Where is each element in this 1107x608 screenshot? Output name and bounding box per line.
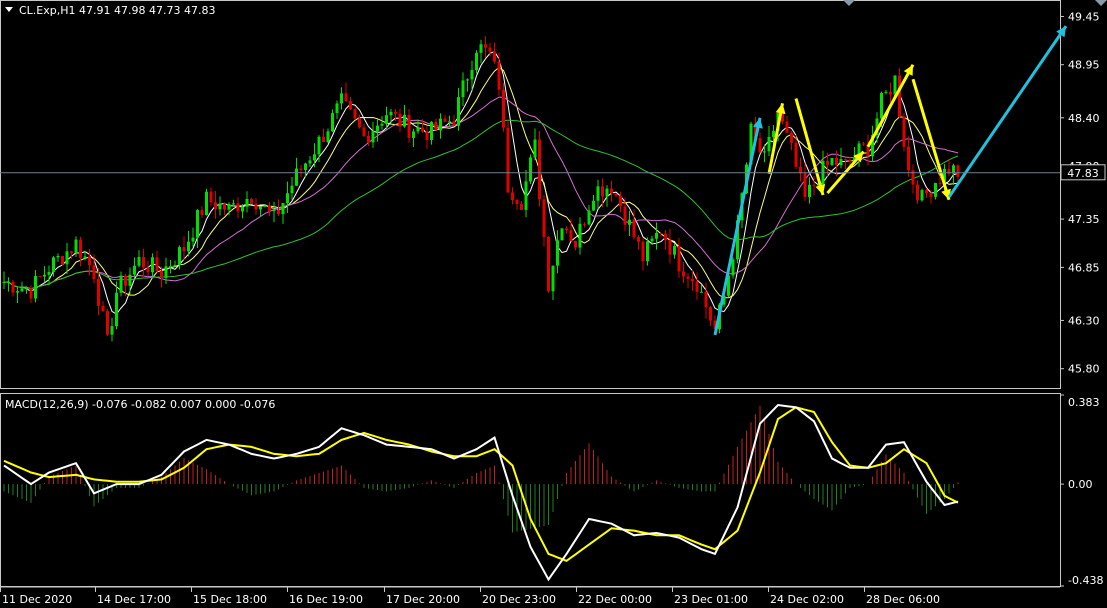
time-tick-label: 22 Dec 00:00: [578, 593, 652, 606]
time-tick-label: 23 Dec 01:00: [674, 593, 748, 606]
candle: [529, 154, 532, 185]
trading-chart-window[interactable]: 49.4548.9548.4047.9047.3546.8546.3045.80…: [0, 0, 1107, 608]
candle: [106, 308, 109, 337]
price-tick-label: 49.45: [1068, 10, 1100, 23]
candle: [205, 188, 208, 216]
time-tick-label: 28 Dec 06:00: [866, 593, 940, 606]
time-tick-label: 20 Dec 23:00: [482, 593, 556, 606]
symbol-title: CL.Exp,H1 47.91 47.98 47.73 47.83: [19, 4, 215, 17]
macd-tick-label: 0.00: [1068, 478, 1093, 491]
candle: [538, 131, 541, 207]
candle: [560, 228, 564, 241]
current-price-label: 47.83: [1067, 167, 1099, 180]
time-tick-label: 24 Dec 02:00: [770, 593, 844, 606]
time-tick-label: 17 Dec 20:00: [386, 593, 460, 606]
price-tick-label: 46.85: [1068, 261, 1100, 274]
price-tick-label: 47.35: [1068, 213, 1100, 226]
chart-background: [0, 0, 1107, 608]
time-tick-label: 15 Dec 18:00: [193, 593, 267, 606]
price-tick-label: 48.40: [1068, 112, 1100, 125]
time-tick-label: 16 Dec 19:00: [289, 593, 363, 606]
candle: [502, 82, 505, 132]
time-tick-label: 11 Dec 2020: [2, 593, 72, 606]
candle: [353, 107, 357, 121]
candle: [830, 157, 834, 166]
candle: [902, 113, 906, 152]
price-tick-label: 45.80: [1068, 363, 1100, 376]
time-tick-label: 14 Dec 17:00: [97, 593, 171, 606]
candle: [61, 255, 64, 266]
candle: [475, 50, 478, 74]
price-tick-label: 46.30: [1068, 314, 1100, 327]
price-tick-label: 48.95: [1068, 59, 1100, 72]
candle: [506, 120, 510, 194]
macd-tick-label: -0.438: [1068, 574, 1103, 587]
current-price-tag: 47.83: [1060, 164, 1106, 181]
macd-tick-label: 0.383: [1068, 396, 1100, 409]
candle: [547, 235, 550, 293]
macd-title: MACD(12,26,9) -0.076 -0.082 0.007 0.000 …: [5, 398, 275, 411]
candle: [920, 188, 924, 202]
symbol-header: CL.Exp,H1 47.91 47.98 47.73 47.83: [5, 4, 215, 17]
